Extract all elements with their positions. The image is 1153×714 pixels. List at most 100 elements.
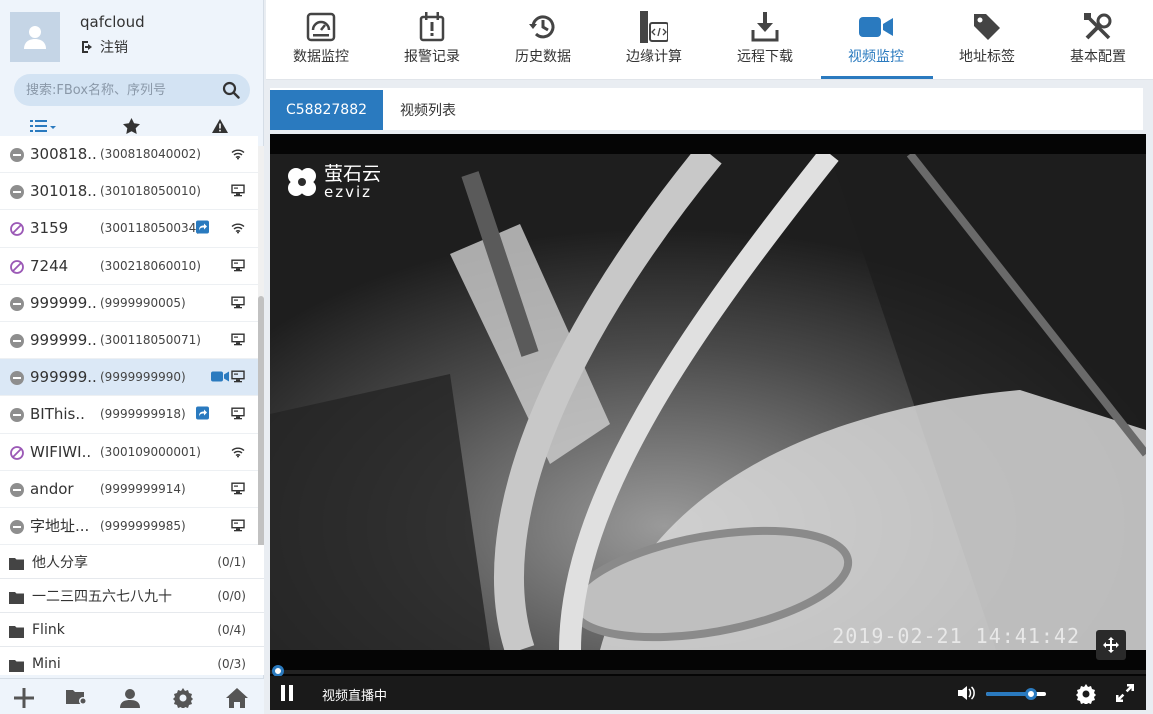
tab-bar: C58827882 视频列表 [270,88,1143,130]
wifi-icon [231,219,245,238]
nav-item-video[interactable]: 视频监控 [821,0,933,80]
tools-icon [1080,10,1116,44]
tab-0[interactable]: C58827882 [270,90,384,130]
logout-label: 注销 [100,40,128,56]
video-player: 萤石云 ezviz 2019-02-21 14:41:42 视频直播中 [270,134,1146,710]
nav-item-gauge[interactable]: 数据监控 [266,0,376,80]
offline-status-icon [10,333,24,349]
group-count: (0/0) [217,588,246,603]
group-row[interactable]: Flink (0/4) [0,613,264,647]
offline-status-icon [10,519,24,534]
volume-slider[interactable] [986,688,1046,700]
device-name: WIFIWI.. [30,442,92,461]
device-serial: (9999999990) [100,370,186,385]
offline-status-icon [10,184,24,200]
ethernet-icon [231,331,245,350]
user-icon [24,26,46,49]
camera-feed-image [270,154,1146,650]
device-serial: (300118050071) [100,333,201,348]
warning-icon[interactable] [212,118,228,137]
tab-1[interactable]: 视频列表 [384,90,472,130]
group-name: Mini [32,655,61,672]
search-input[interactable] [14,74,214,106]
device-serial: (300818040002) [100,147,201,162]
disabled-status-icon [10,445,24,460]
group-row[interactable]: 他人分享 (0/1) [0,545,264,579]
ethernet-icon [231,405,245,424]
settings-icon[interactable] [1076,684,1096,708]
device-row[interactable]: 999999.. (9999990005) [0,285,258,322]
device-row[interactable]: WIFIWI.. (300109000001) [0,434,258,471]
username: qafcloud [80,13,145,31]
progress-bar[interactable] [270,670,1146,674]
ethernet-icon [231,516,245,535]
nav-item-alarm[interactable]: 报警记录 [377,0,487,80]
device-list-scroll-thumb[interactable] [258,296,264,560]
wifi-icon [231,442,245,461]
tag-icon [969,10,1005,44]
device-name: 3159 [30,219,69,238]
group-name: 他人分享 [32,554,88,571]
nav-item-tag[interactable]: 地址标签 [932,0,1042,80]
video-frame[interactable]: 萤石云 ezviz 2019-02-21 14:41:42 [270,154,1146,650]
video-timestamp: 2019-02-21 14:41:42 [832,624,1080,648]
device-name: 字地址... [30,517,90,536]
ethernet-icon [231,293,245,312]
device-name: BIThis.. [30,405,85,424]
device-row[interactable]: 300818.. (300818040002) [0,136,258,174]
nav-item-tools[interactable]: 基本配置 [1043,0,1153,80]
nav-item-code[interactable]: 边缘计算 [599,0,709,80]
disabled-status-icon [10,221,24,237]
device-row[interactable]: 7244 (300218060010) [0,248,258,285]
nav-label: 历史数据 [515,49,571,65]
search-icon[interactable] [222,81,240,103]
fullscreen-icon[interactable] [1116,684,1134,706]
nav-item-download[interactable]: 远程下载 [710,0,820,80]
offline-status-icon [10,482,24,497]
folder-icon [9,555,24,574]
search-box [14,74,250,106]
nav-label: 报警记录 [404,49,460,65]
shared-icon [196,219,209,238]
sidebar-toolbar [0,678,264,714]
device-row[interactable]: andor (9999999914) [0,471,258,508]
alarm-icon [414,10,450,44]
folder-settings-icon[interactable] [66,688,88,710]
user-icon[interactable] [120,688,140,712]
device-row[interactable]: 999999.. (300118050071) [0,322,258,360]
avatar[interactable] [10,12,60,62]
nav-label: 视频监控 [848,49,904,65]
pause-icon[interactable] [280,685,294,705]
camera-icon[interactable] [211,368,229,387]
gear-icon[interactable] [173,688,193,712]
home-icon[interactable] [226,688,248,712]
device-row[interactable]: 字地址... (9999999985) [0,508,258,545]
list-icon[interactable] [30,118,56,137]
group-count: (0/3) [217,656,246,671]
device-row[interactable]: 999999.. (9999999990) [0,359,258,397]
device-row[interactable]: 301018.. (301018050010) [0,173,258,211]
star-icon[interactable] [123,118,140,138]
add-icon[interactable] [14,688,34,712]
app: qafcloud 注销 300818..(300818040002)3010 [0,0,1153,714]
device-serial: (9999999918) [100,407,186,422]
logout-button[interactable]: 注销 [80,37,128,57]
group-row[interactable]: 一二三四五六七八九十 (0/0) [0,579,264,613]
video-icon [858,10,894,44]
nav-label: 数据监控 [293,49,349,65]
nav-item-history[interactable]: 历史数据 [488,0,598,80]
nav-label: 远程下载 [737,49,793,65]
folder-icon [9,589,24,608]
volume-handle[interactable] [1025,688,1037,700]
offline-status-icon [10,370,24,386]
group-row[interactable]: Mini (0/3) [0,647,264,675]
device-row[interactable]: BIThis.. (9999999918) [0,396,258,434]
player-controls: 视频直播中 [270,676,1146,710]
device-serial: (300109000001) [100,444,201,459]
group-count: (0/1) [217,554,246,569]
volume-icon[interactable] [958,685,976,705]
group-count: (0/4) [217,622,246,637]
ptz-control-button[interactable] [1096,630,1126,660]
device-row[interactable]: 3159 (300118050034) [0,210,258,248]
logo-text-cn: 萤石云 [324,163,382,185]
